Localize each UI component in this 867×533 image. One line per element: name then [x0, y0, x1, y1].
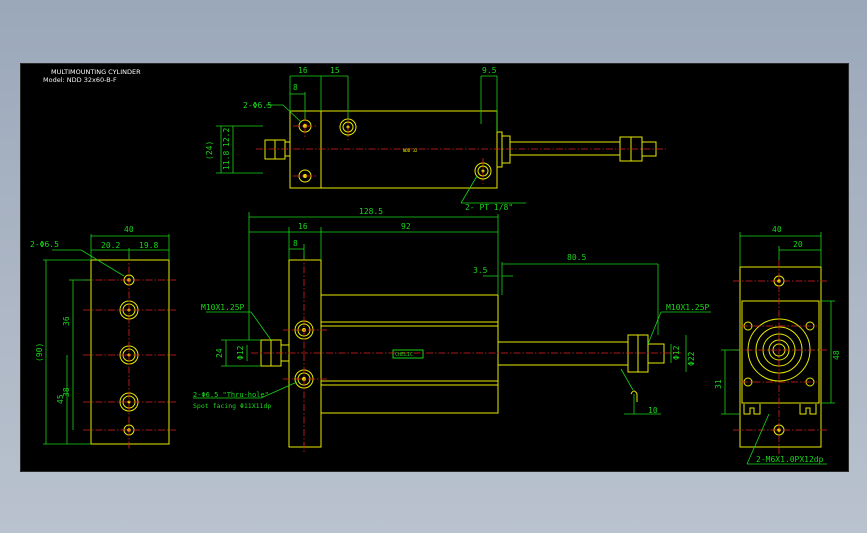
- top-center-label: NDD 32: [403, 148, 418, 153]
- right-dim-20: 20: [793, 240, 803, 249]
- front-dim-12-right: Φ12: [672, 345, 681, 360]
- left-dim-20-2: 20.2: [101, 241, 120, 250]
- front-dim-24: 24: [215, 348, 224, 358]
- cad-drawing-canvas[interactable]: MULTIMOUNTING CYLINDER Model: NDD 32x60-…: [20, 63, 849, 472]
- top-view: NDD 32 16 15 8 9.5 (24) 12.2 11.8 2-Φ6.5…: [205, 66, 666, 212]
- left-dim-19-8: 19.8: [139, 241, 158, 250]
- front-dim-8: 8: [293, 239, 298, 248]
- right-dim-40: 40: [772, 225, 782, 234]
- top-dim-12-2: 12.2: [222, 128, 231, 147]
- top-dim-24: (24): [205, 141, 214, 160]
- right-view: 40 20 48 31 2-M6X1.0PX12dp: [714, 225, 841, 465]
- front-dim-92: 92: [401, 222, 411, 231]
- right-dim-48: 48: [832, 350, 841, 360]
- right-thread-callout: M10X1.25P: [666, 303, 710, 312]
- cad-drawing: MULTIMOUNTING CYLINDER Model: NDD 32x60-…: [30, 66, 841, 465]
- left-view: 40 20.2 19.8 (90) 45 36 38 2-Φ6.5: [30, 225, 176, 449]
- front-dim-10: 10: [648, 406, 658, 415]
- top-dim-9-5: 9.5: [482, 66, 497, 75]
- left-holes-callout: 2-Φ6.5: [30, 240, 59, 249]
- front-flange: [288, 259, 322, 448]
- left-dim-40: 40: [124, 225, 134, 234]
- top-dim-8: 8: [293, 83, 298, 92]
- holes-thru-callout: 2-Φ6.5 "Thru-hole": [193, 391, 269, 399]
- model-label: Model: NDD 32x60-B-F: [43, 76, 117, 84]
- front-dim-12-left: Φ12: [236, 345, 245, 360]
- drawing-title: MULTIMOUNTING CYLINDER: [51, 68, 141, 76]
- left-dim-38: 38: [62, 387, 71, 397]
- left-body: [90, 259, 170, 445]
- top-piston-rod: [509, 141, 621, 156]
- right-taps-callout: 2-M6X1.0PX12dp: [756, 455, 824, 464]
- top-dim-15: 15: [330, 66, 340, 75]
- top-ports-callout: 2- PT 1/8": [465, 203, 513, 212]
- front-dim-22: Φ22: [687, 351, 696, 366]
- front-dim-128-5: 128.5: [359, 207, 383, 216]
- right-dim-31: 31: [714, 379, 723, 389]
- front-view: CHELIC 128.5 16 92 8 80.5 3.5 24 Φ12 Φ12…: [193, 207, 711, 454]
- front-dim-80-5: 80.5: [567, 253, 586, 262]
- top-dim-11-8: 11.8: [222, 151, 231, 170]
- front-dim-3-5: 3.5: [473, 266, 488, 275]
- left-thread-callout: M10X1.25P: [201, 303, 245, 312]
- front-dim-16: 16: [298, 222, 308, 231]
- spot-facing-callout: Spot facing Φ11X11dp: [193, 402, 271, 410]
- left-dim-36: 36: [62, 316, 71, 326]
- front-piston-rod: [497, 341, 629, 366]
- left-dim-90: (90): [35, 343, 44, 362]
- top-dim-16: 16: [298, 66, 308, 75]
- top-holes-callout: 2-Φ6.5: [243, 101, 272, 110]
